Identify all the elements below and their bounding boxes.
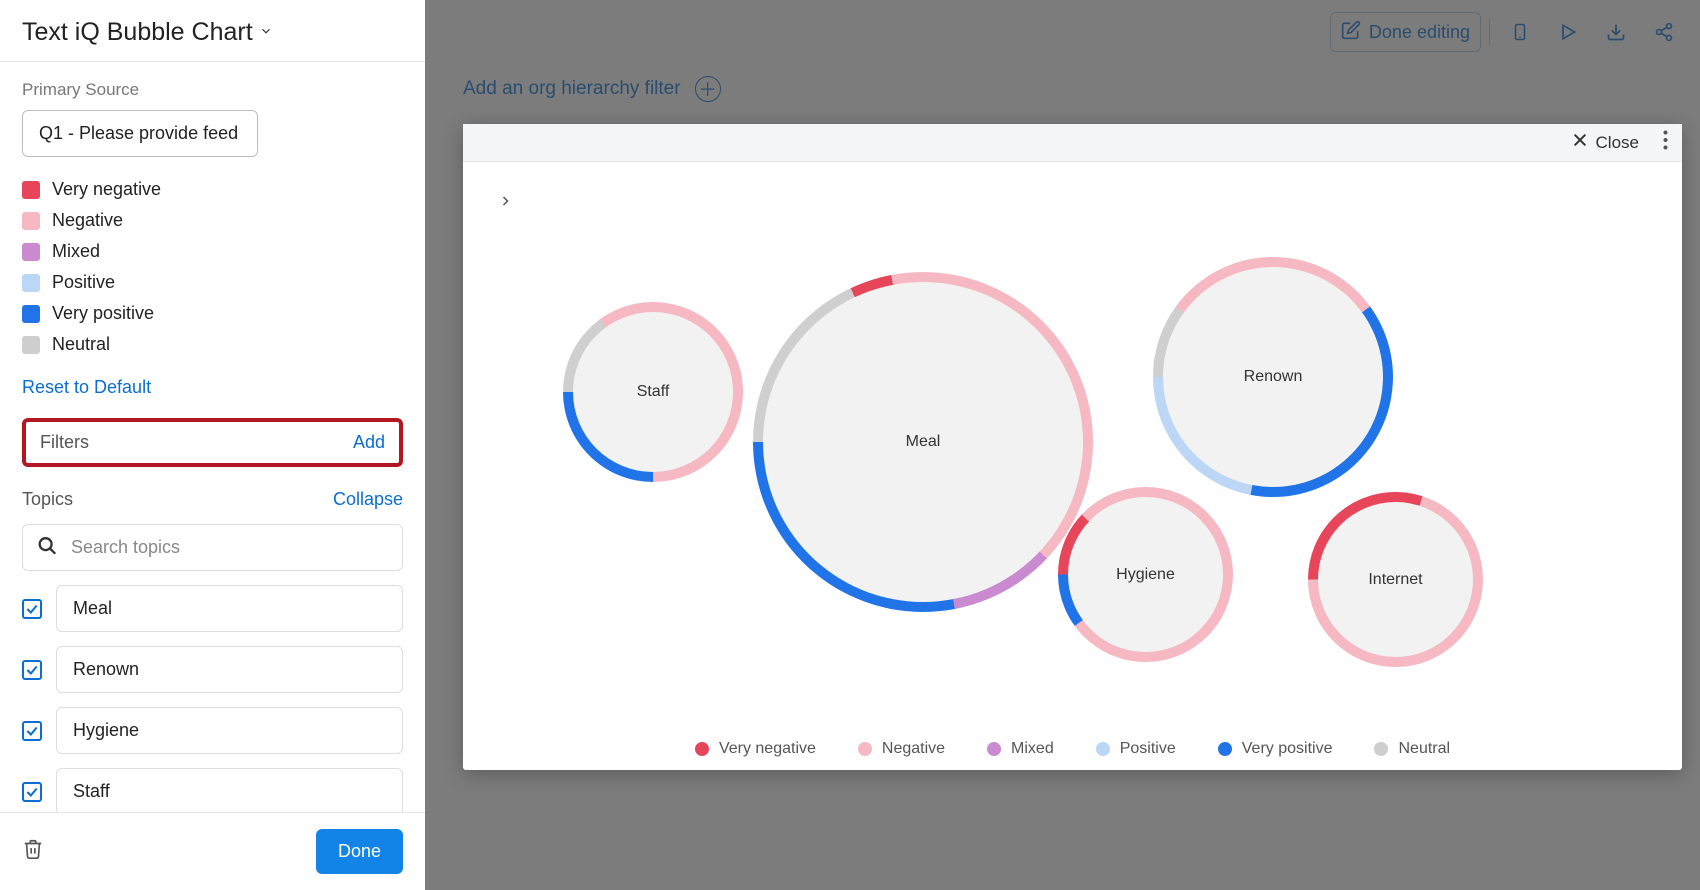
legend-swatch	[22, 181, 40, 199]
topics-search-input[interactable]	[22, 524, 403, 571]
panel-title-dropdown[interactable]: Text iQ Bubble Chart	[22, 18, 403, 47]
topic-checkbox[interactable]	[22, 660, 42, 680]
main-canvas: Done editing Add an org hierarchy filter…	[425, 0, 1700, 890]
legend-dot	[1218, 742, 1232, 756]
legend-swatch	[22, 274, 40, 292]
bubble-renown[interactable]: Renown	[1153, 257, 1393, 497]
chevron-down-icon	[259, 24, 273, 42]
legend-text: Mixed	[1011, 740, 1054, 758]
legend-label: Neutral	[52, 334, 110, 355]
legend-text: Very positive	[1242, 740, 1333, 758]
filters-label: Filters	[40, 432, 89, 453]
topic-checkbox[interactable]	[22, 599, 42, 619]
bubble-internet[interactable]: Internet	[1308, 492, 1483, 667]
topic-row: Renown	[22, 646, 403, 693]
bubble-label: Internet	[1318, 502, 1473, 657]
chart-legend-item: Very positive	[1218, 740, 1333, 758]
filters-section-highlight: Filters Add	[22, 418, 403, 467]
reset-to-default-link[interactable]: Reset to Default	[22, 377, 151, 398]
legend-swatch	[22, 212, 40, 230]
chart-legend-item: Neutral	[1374, 740, 1450, 758]
bubble-label: Meal	[763, 282, 1083, 602]
chart-legend-item: Positive	[1096, 740, 1176, 758]
close-icon	[1572, 132, 1588, 153]
search-icon	[36, 534, 58, 561]
chart-legend: Very negative Negative Mixed Positive Very p…	[463, 740, 1682, 758]
legend-row: Neutral	[22, 334, 403, 355]
filters-add-link[interactable]: Add	[353, 432, 385, 453]
legend-label: Mixed	[52, 241, 100, 262]
bubble-chart-canvas: StaffMeal RenownHygiene Internet	[493, 202, 1652, 702]
sidebar-footer: Done	[0, 812, 425, 890]
legend-swatch	[22, 305, 40, 323]
delete-icon[interactable]	[22, 837, 44, 866]
topic-checkbox[interactable]	[22, 782, 42, 802]
primary-source-label: Primary Source	[22, 80, 403, 100]
topic-row: Meal	[22, 585, 403, 632]
topic-row: Hygiene	[22, 707, 403, 754]
close-button[interactable]: Close	[1572, 132, 1639, 153]
topics-collapse-link[interactable]: Collapse	[333, 489, 403, 510]
primary-source-select[interactable]: Q1 - Please provide feed	[22, 110, 258, 157]
legend-label: Very positive	[52, 303, 154, 324]
legend-dot	[987, 742, 1001, 756]
bubble-meal[interactable]: Meal	[753, 272, 1093, 612]
topic-label-box[interactable]: Renown	[56, 646, 403, 693]
bubble-staff[interactable]: Staff	[563, 302, 743, 482]
editor-sidebar: Text iQ Bubble Chart Primary Source Q1 -…	[0, 0, 425, 890]
legend-swatch	[22, 336, 40, 354]
legend-row: Positive	[22, 272, 403, 293]
bubble-label: Staff	[573, 312, 733, 472]
legend-text: Positive	[1120, 740, 1176, 758]
legend-label: Very negative	[52, 179, 161, 200]
sentiment-legend: Very negative Negative Mixed Positive Ve…	[22, 179, 403, 355]
topic-checkbox[interactable]	[22, 721, 42, 741]
legend-label: Negative	[52, 210, 123, 231]
topic-label-box[interactable]: Meal	[56, 585, 403, 632]
legend-text: Negative	[882, 740, 945, 758]
legend-row: Mixed	[22, 241, 403, 262]
chart-legend-item: Negative	[858, 740, 945, 758]
chart-legend-item: Very negative	[695, 740, 816, 758]
legend-dot	[1096, 742, 1110, 756]
legend-text: Very negative	[719, 740, 816, 758]
more-options-icon[interactable]	[1657, 130, 1674, 155]
done-button[interactable]: Done	[316, 829, 403, 874]
legend-dot	[1374, 742, 1388, 756]
bubble-label: Renown	[1163, 267, 1383, 487]
close-label: Close	[1596, 133, 1639, 153]
topics-label: Topics	[22, 489, 73, 510]
legend-dot	[695, 742, 709, 756]
bubble-hygiene[interactable]: Hygiene	[1058, 487, 1233, 662]
legend-swatch	[22, 243, 40, 261]
topic-label-box[interactable]: Hygiene	[56, 707, 403, 754]
topic-row: Staff	[22, 768, 403, 812]
legend-row: Very positive	[22, 303, 403, 324]
legend-row: Very negative	[22, 179, 403, 200]
bubble-label: Hygiene	[1068, 497, 1223, 652]
panel-title: Text iQ Bubble Chart	[22, 18, 253, 47]
legend-row: Negative	[22, 210, 403, 231]
topic-label-box[interactable]: Staff	[56, 768, 403, 812]
chart-modal: Close StaffMeal RenownHygiene Internet Ver…	[463, 124, 1682, 770]
legend-dot	[858, 742, 872, 756]
legend-text: Neutral	[1398, 740, 1450, 758]
chart-legend-item: Mixed	[987, 740, 1054, 758]
legend-label: Positive	[52, 272, 115, 293]
